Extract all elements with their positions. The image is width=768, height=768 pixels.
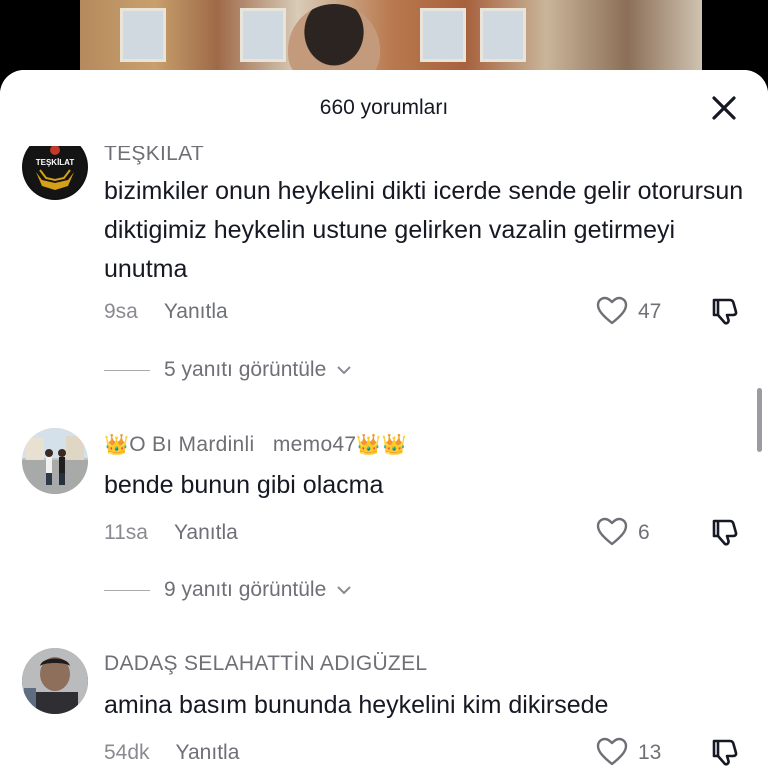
avatar-photo [22, 648, 88, 714]
username-handle: memo47 [272, 433, 357, 456]
reply-button[interactable]: Yanıtla [176, 741, 240, 764]
view-replies-button[interactable]: 5 yanıtı görüntüle [104, 358, 352, 388]
heart-outline-icon [596, 737, 628, 766]
comment-meta: 11sa Yanıtla [104, 521, 238, 545]
comment-time: 11sa [104, 521, 148, 544]
view-replies-label: 5 yanıtı görüntüle [164, 358, 327, 381]
username-main: O Bı Mardinli [129, 433, 255, 456]
thumbs-down-icon [712, 519, 738, 546]
comments-list[interactable]: TEŞKİLAT TEŞKILAT bizimkiler onun heykel… [0, 70, 768, 768]
building-window [480, 8, 526, 62]
comment-time: 54dk [104, 741, 150, 764]
chevron-down-icon [337, 366, 351, 375]
comment-text: amina basım bununda heykelini kim dikirs… [104, 691, 609, 719]
comment-username[interactable]: DADAŞ SELAHATTİN ADIGÜZEL [104, 652, 427, 676]
view-replies-button[interactable]: 9 yanıtı görüntüle [104, 578, 352, 608]
building-window [240, 8, 286, 62]
avatar-photo [22, 428, 88, 494]
avatar-logo-text: TEŞKİLAT [36, 158, 75, 167]
reply-button[interactable]: Yanıtla [174, 521, 238, 544]
scrollbar[interactable] [757, 388, 762, 452]
like-button[interactable]: 13 [596, 735, 686, 768]
dislike-button[interactable] [708, 735, 740, 767]
avatar[interactable] [22, 648, 88, 714]
comment-meta: 9sa Yanıtla [104, 300, 228, 324]
divider-line [104, 589, 150, 591]
view-replies-label: 9 yanıtı görüntüle [164, 578, 327, 601]
reply-button[interactable]: Yanıtla [164, 300, 228, 323]
sheet-header: 660 yorumları [0, 70, 768, 146]
comment-text: bizimkiler onun heykelini dikti icerde s… [104, 177, 744, 283]
like-count: 13 [638, 741, 662, 764]
like-count: 47 [638, 300, 662, 323]
avatar[interactable] [22, 428, 88, 494]
comment-time: 9sa [104, 300, 138, 323]
comment-meta: 54dk Yanıtla [104, 741, 239, 765]
comment-text: bende bunun gibi olacma [104, 471, 384, 499]
close-button[interactable] [710, 94, 738, 122]
like-button[interactable]: 6 [596, 515, 686, 551]
dislike-button[interactable] [708, 515, 740, 547]
thumbs-down-icon [712, 739, 738, 766]
building-window [120, 8, 166, 62]
chevron-down-icon [337, 586, 351, 595]
crown-emoji-icon: 👑 [104, 434, 130, 456]
like-button[interactable]: 47 [596, 294, 686, 330]
like-count: 6 [638, 521, 650, 544]
crown-emoji-icon: 👑👑 [356, 434, 407, 456]
comments-sheet: TEŞKİLAT TEŞKILAT bizimkiler onun heykel… [0, 70, 768, 768]
dislike-button[interactable] [708, 294, 740, 326]
comments-count-title: 660 yorumları [319, 96, 449, 119]
comment-username[interactable]: 👑O Bı Mardinli memo47👑👑 [104, 432, 407, 457]
close-icon [712, 96, 736, 120]
divider-line [104, 369, 150, 371]
heart-outline-icon [596, 296, 628, 325]
building-window [420, 8, 466, 62]
heart-outline-icon [596, 517, 628, 546]
thumbs-down-icon [712, 298, 738, 325]
